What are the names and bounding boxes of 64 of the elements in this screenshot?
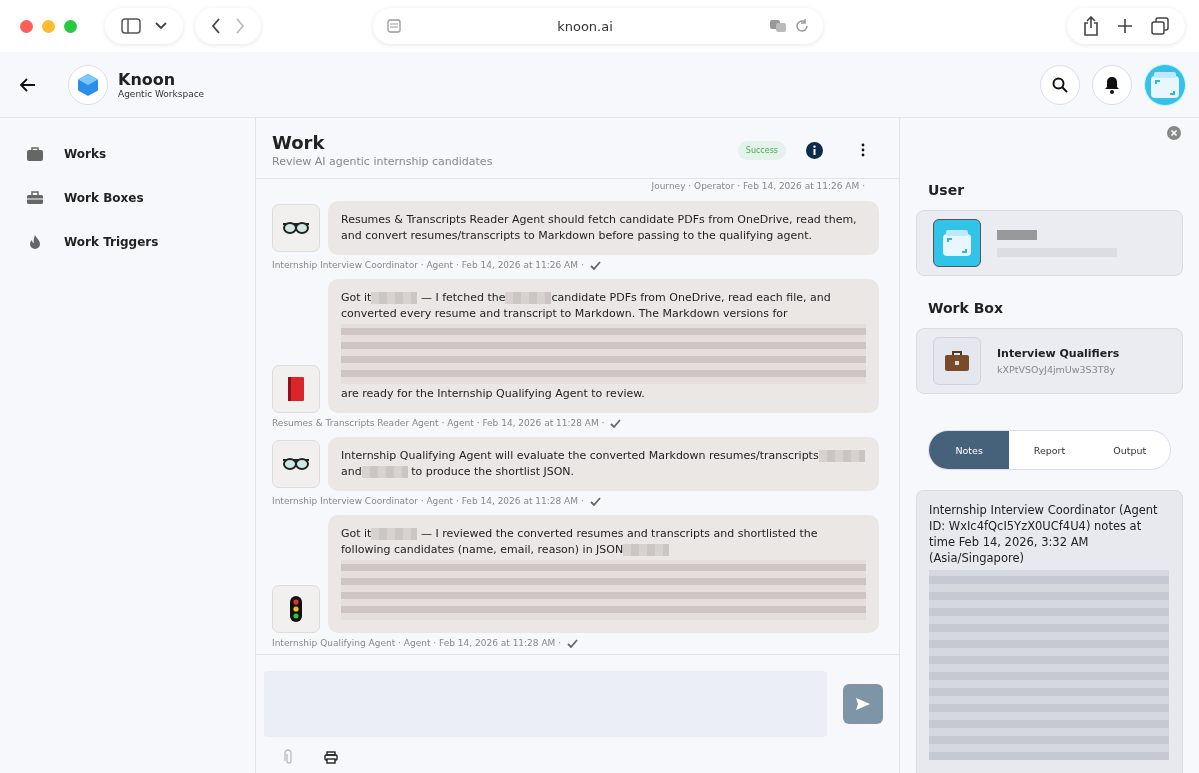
send-button[interactable] <box>843 684 883 724</box>
message-meta: Internship Interview Coordinator · Agent · Feb 14, 2026 at 11:28 AM · <box>272 496 584 506</box>
check-icon <box>567 638 579 648</box>
search-button[interactable] <box>1040 64 1080 105</box>
agent-avatar <box>272 585 320 633</box>
app-name: Knoon <box>118 70 177 89</box>
message-meta: Internship Interview Coordinator · Agent · Feb 14, 2026 at 11:26 AM · <box>272 260 584 270</box>
more-options-icon[interactable] <box>861 143 865 157</box>
message-text: Got it — I reviewed the converted resumes and transcripts and shortlisted the following candidates (name, email, reason) in JSON <box>341 526 866 620</box>
message-meta: Internship Qualifying Agent · Agent · Feb 14, 2026 at 11:28 AM · <box>272 638 562 648</box>
share-icon[interactable] <box>1083 16 1099 36</box>
work-subtitle: Review AI agentic internship candidates <box>272 155 493 168</box>
sidebar-toggle-icon[interactable] <box>121 18 141 34</box>
briefcase-icon <box>933 337 981 385</box>
message-text: Got it — I fetched the candidate PDFs from OneDrive, read each file, and converted every resume and transcript to Markdown. The Markdown versions for are ready for the Internship Qualifying Agent to review. <box>341 290 866 402</box>
briefcase-icon <box>26 146 44 162</box>
tabs-icon[interactable] <box>1151 17 1169 35</box>
user-avatar <box>933 219 981 267</box>
message-text: Internship Qualifying Agent will evaluate the converted Markdown resumes/transcripts and to produce the shortlist JSON. <box>341 448 866 480</box>
notes-text: Internship Interview Coordinator (Agent ID: WxIc4fQcI5YzX0UCf4U4) notes at time Feb 14, 2026, 3:32 AM (Asia/Singapore) <box>929 502 1159 566</box>
tab[interactable]: Notes <box>929 431 1010 469</box>
search-icon <box>1052 76 1068 93</box>
message-meta: Resumes & Transcripts Reader Agent · Agent · Feb 14, 2026 at 11:28 AM · <box>272 418 605 428</box>
check-icon <box>589 496 601 506</box>
agent-avatar <box>272 204 320 252</box>
work-box-card[interactable]: Interview Qualifiers kXPtVSOyJ4jmUw3S3T8y <box>916 328 1183 394</box>
message-text: Resumes & Transcripts Reader Agent should fetch candidate PDFs from OneDrive, read them, and convert resumes/transcripts to Markdown before passing to the qualifying agent. <box>341 212 858 244</box>
print-icon[interactable] <box>324 750 338 764</box>
tab[interactable]: Report <box>1009 431 1090 469</box>
back-icon[interactable] <box>211 18 221 34</box>
redacted-text <box>997 229 1037 240</box>
sidebar-item[interactable]: Work Triggers <box>0 220 255 264</box>
section-heading: User <box>928 182 966 198</box>
url-text: knoon.ai <box>556 18 614 34</box>
work-title: Work <box>272 132 326 153</box>
agent-avatar <box>272 365 320 413</box>
check-icon <box>610 418 622 428</box>
notifications-button[interactable] <box>1092 64 1132 105</box>
message-meta: Journey · Operator · Feb 14, 2026 at 11:26 AM · <box>650 181 865 192</box>
paperclip-icon[interactable] <box>284 749 294 765</box>
status-badge: Success <box>737 140 786 160</box>
reload-icon[interactable] <box>795 19 809 33</box>
page-icon <box>387 19 401 33</box>
work-box-id: kXPtVSOyJ4jmUw3S3T8y <box>997 364 1117 375</box>
toolbox-icon <box>26 190 44 206</box>
sidebar-item[interactable]: Works <box>0 132 255 176</box>
address-bar[interactable]: knoon.ai <box>373 8 823 44</box>
agent-avatar <box>272 440 320 488</box>
send-icon <box>855 697 871 711</box>
info-icon[interactable] <box>806 141 823 159</box>
user-card[interactable] <box>916 210 1183 276</box>
check-icon <box>589 260 601 270</box>
bell-icon <box>1104 75 1120 94</box>
logo-icon <box>68 64 108 105</box>
work-box-name: Interview Qualifiers <box>997 347 1120 360</box>
tab[interactable]: Output <box>1089 431 1170 469</box>
plus-icon[interactable] <box>1117 18 1133 34</box>
sidebar-item[interactable]: Work Boxes <box>0 176 255 220</box>
back-arrow-icon[interactable] <box>20 77 36 92</box>
close-window-icon[interactable] <box>20 19 33 33</box>
close-icon[interactable] <box>1167 126 1181 140</box>
section-heading: Work Box <box>928 300 1004 316</box>
app-tagline: Agentic Workspace <box>118 89 205 99</box>
chevron-down-icon[interactable] <box>155 22 167 30</box>
